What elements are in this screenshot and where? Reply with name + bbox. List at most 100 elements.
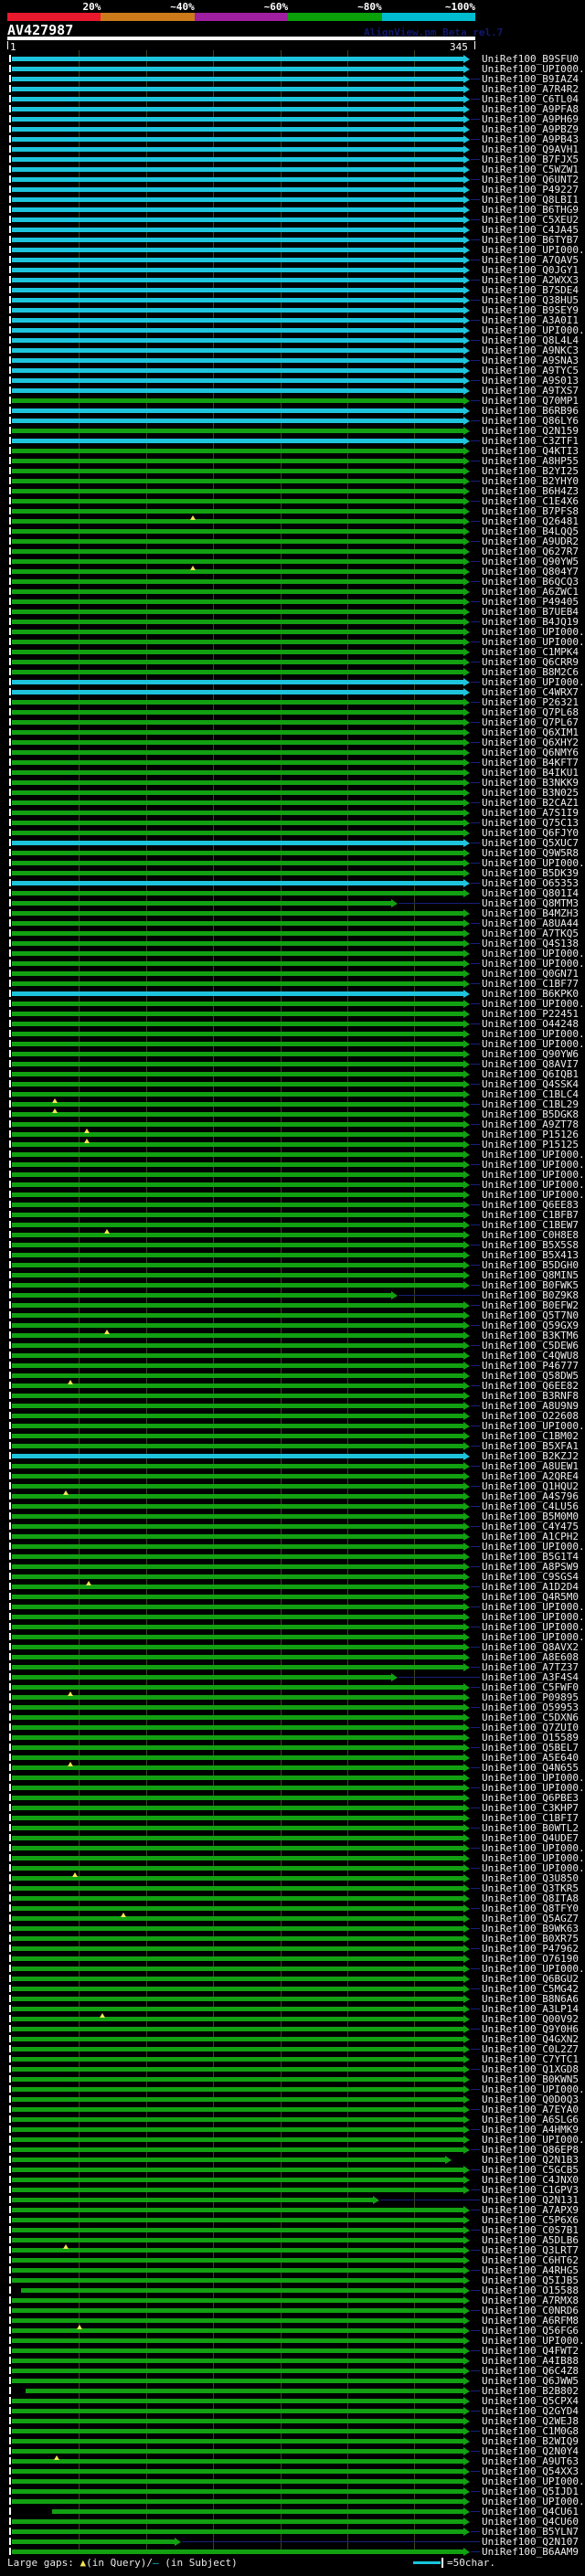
arrow-right-icon <box>463 2397 470 2405</box>
alignment-bar <box>12 248 463 252</box>
arrow-right-icon <box>463 2387 470 2395</box>
arrow-right-icon <box>463 507 470 515</box>
alignment-bar <box>12 2489 463 2494</box>
score-connector-line <box>471 1084 480 1085</box>
arrow-right-icon <box>463 2447 470 2455</box>
hit-label[interactable]: UniRef100_B6AAM9 <box>482 2547 579 2557</box>
alignment-bar <box>12 469 463 473</box>
row-start-tick <box>9 1673 11 1680</box>
alignment-bar <box>12 1856 463 1860</box>
alignment-bar <box>12 1936 463 1941</box>
score-connector-line <box>471 179 480 180</box>
arrow-right-icon <box>463 2186 470 2194</box>
score-connector-line <box>471 1647 480 1648</box>
row-start-tick <box>9 1744 11 1751</box>
score-connector-line <box>471 883 480 884</box>
row-start-tick <box>9 779 11 786</box>
arrow-right-icon <box>463 1924 470 1933</box>
row-start-tick <box>9 1462 11 1469</box>
alignment-bar <box>12 901 391 906</box>
arrow-right-icon <box>463 1261 470 1269</box>
row-start-tick <box>9 698 11 705</box>
alignment-bar <box>12 1534 463 1539</box>
alignment-bar <box>12 1062 463 1066</box>
arrow-right-icon <box>463 959 470 968</box>
query-gap-marker-icon <box>72 1872 79 1877</box>
arrow-right-icon <box>463 2306 470 2315</box>
scale-segment <box>101 13 195 21</box>
alignment-bar <box>12 831 463 835</box>
score-connector-line <box>471 159 480 160</box>
arrow-right-icon <box>463 316 470 324</box>
row-start-tick <box>9 2176 11 2183</box>
score-connector-line <box>471 2149 480 2150</box>
row-start-tick <box>9 1935 11 1942</box>
alignment-bar <box>12 2549 463 2554</box>
score-connector-line <box>471 521 480 522</box>
row-start-tick <box>9 1532 11 1540</box>
alignment-bar <box>12 1213 463 1217</box>
score-connector-line <box>471 1848 480 1849</box>
arrow-right-icon <box>463 1090 470 1098</box>
arrow-right-icon <box>463 55 470 63</box>
arrow-right-icon <box>463 105 470 113</box>
row-start-tick <box>9 537 11 545</box>
row-start-tick <box>9 165 11 173</box>
alignment-bar <box>12 811 463 815</box>
alignment-bar <box>12 449 463 453</box>
row-start-tick <box>9 1703 11 1711</box>
hit-row[interactable]: UniRef100_B6AAM9 <box>0 2547 585 2557</box>
score-connector-line <box>471 2551 480 2552</box>
row-start-tick <box>9 236 11 243</box>
row-start-tick <box>9 980 11 987</box>
alignment-bar <box>12 348 463 353</box>
score-connector-line <box>471 2109 480 2110</box>
arrow-right-icon <box>463 125 470 133</box>
arrow-right-icon <box>463 186 470 194</box>
arrow-right-icon <box>463 1583 470 1591</box>
score-connector-line <box>471 1566 480 1567</box>
alignment-bar <box>12 881 463 885</box>
score-connector-line <box>471 1003 480 1004</box>
arrow-right-icon <box>463 1764 470 1772</box>
alignment-bar <box>12 1675 391 1680</box>
query-gap-marker-icon <box>103 1330 110 1334</box>
row-start-tick <box>9 366 11 374</box>
score-connector-line <box>471 1928 480 1929</box>
row-start-tick <box>9 2477 11 2485</box>
alignment-bar <box>12 388 463 393</box>
row-start-tick <box>9 1593 11 1600</box>
row-start-tick <box>9 598 11 605</box>
alignment-bar <box>12 107 463 111</box>
alignment-bar <box>12 569 463 574</box>
row-start-tick <box>9 959 11 967</box>
alignment-bar <box>12 1464 463 1468</box>
alignment-bar <box>12 2359 463 2363</box>
alignment-bar <box>12 1444 463 1448</box>
arrow-right-icon <box>463 1452 470 1460</box>
score-connector-line <box>471 2069 480 2070</box>
alignment-bar <box>12 258 463 262</box>
alignment-bar <box>12 489 463 493</box>
row-start-tick <box>9 1402 11 1409</box>
arrow-right-icon <box>463 869 470 877</box>
arrow-right-icon <box>463 2286 470 2295</box>
score-connector-line <box>471 2189 480 2190</box>
arrow-right-icon <box>463 1140 470 1149</box>
alignment-bar <box>12 479 463 483</box>
row-start-tick <box>9 2125 11 2133</box>
arrow-right-icon <box>174 2538 181 2546</box>
arrow-right-icon <box>463 256 470 264</box>
alignment-bar <box>12 1564 463 1569</box>
alignment-bar <box>12 1655 463 1659</box>
score-connector-line <box>471 79 480 80</box>
row-start-tick <box>9 65 11 72</box>
alignment-bar <box>12 1072 463 1076</box>
row-start-tick <box>9 1150 11 1158</box>
alignment-bar <box>12 1615 463 1619</box>
row-start-tick <box>9 1100 11 1108</box>
score-connector-line <box>471 923 480 924</box>
alignment-bar <box>12 97 463 101</box>
row-start-tick <box>9 356 11 364</box>
ruler-start-label: 1 <box>10 41 16 53</box>
